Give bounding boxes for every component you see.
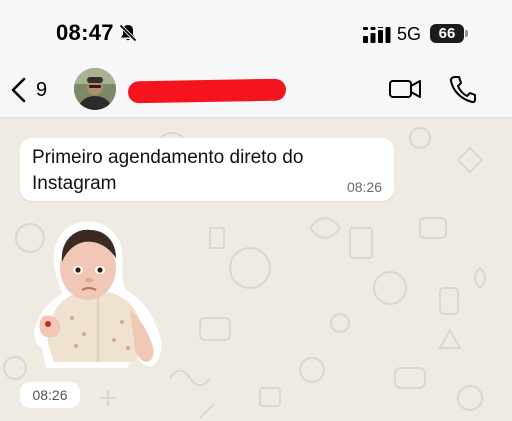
battery-tip — [465, 30, 468, 37]
battery-indicator: 66 — [430, 24, 464, 43]
message-timestamp: 08:26 — [346, 179, 382, 195]
back-button[interactable]: 9 — [10, 76, 58, 104]
message-text: Primeiro agendamento direto do Instagram — [32, 147, 304, 194]
avatar[interactable] — [74, 68, 116, 110]
network-label: 5G — [397, 24, 422, 44]
chat-header: 9 — [0, 62, 512, 118]
avatar-image — [74, 68, 116, 110]
chevron-left-icon — [11, 77, 26, 103]
sticker-timestamp: 08:26 — [20, 382, 80, 408]
baby-sticker[interactable] — [34, 218, 166, 370]
bell-slash-icon — [119, 24, 137, 42]
message-bubble[interactable]: Primeiro agendamento direto do Instagram… — [20, 138, 394, 201]
unread-count: 9 — [36, 78, 48, 101]
contact-name-redacted[interactable] — [127, 78, 287, 104]
signal-bars-icon — [363, 27, 391, 43]
chat-area[interactable]: Primeiro agendamento direto do Instagram… — [0, 118, 512, 421]
status-bar: 08:47 5G 66 — [0, 0, 512, 62]
video-camera-icon[interactable] — [388, 76, 422, 102]
status-time: 08:47 — [56, 20, 114, 45]
phone-icon[interactable] — [448, 74, 476, 104]
